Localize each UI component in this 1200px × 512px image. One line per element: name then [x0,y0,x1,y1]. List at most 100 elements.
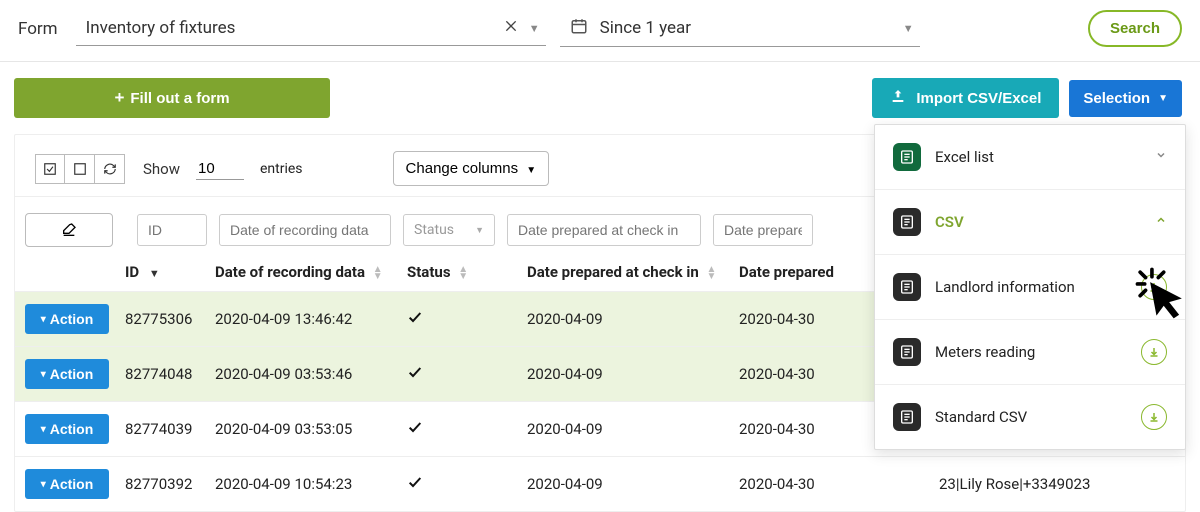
entries-label: entries [260,161,303,177]
chevron-down-icon: ▾ [41,314,46,325]
selection-label: Selection [1083,90,1150,107]
show-label: Show [143,160,180,178]
table-row: ▾Action827703922020-04-09 10:54:232020-0… [15,456,1185,511]
dropdown-item-landlord-information[interactable]: Landlord information [875,254,1185,319]
cell-checkin: 2020-04-09 [527,420,739,438]
chevron-down-icon: ▾ [41,424,46,435]
form-select-value: Inventory of fixtures [86,18,503,38]
header-checkin[interactable]: Date prepared at check in ▲▼ [527,263,739,281]
selection-dropdown: Excel list CSV Landlord information Meters … [874,124,1186,450]
csv-file-icon [893,273,921,301]
filter-checkout-input[interactable] [713,214,813,246]
header-recording[interactable]: Date of recording data ▲▼ [215,263,407,281]
sort-icon: ▲▼ [706,266,716,280]
header-checkin-label: Date prepared at check in [527,263,699,281]
chevron-down-icon[interactable]: ▼ [529,22,540,35]
select-controls-group [35,154,125,184]
top-filter-bar: Form Inventory of fixtures ▼ Since 1 yea… [0,0,1200,62]
check-icon [407,419,423,435]
fill-form-button[interactable]: + Fill out a form [14,78,330,118]
header-status[interactable]: Status ▲▼ [407,263,527,281]
dropdown-item-meters-reading[interactable]: Meters reading [875,319,1185,384]
excel-file-icon [893,143,921,171]
cell-status [407,309,527,329]
row-action-button[interactable]: ▾Action [25,469,109,499]
dropdown-item-standard-csv[interactable]: Standard CSV [875,384,1185,449]
cell-checkout: 2020-04-30 [739,475,939,493]
header-id-label: ID [125,263,139,281]
filter-status-placeholder: Status [414,222,454,238]
cell-checkin: 2020-04-09 [527,310,739,328]
upload-icon [890,88,906,108]
filter-id-input[interactable] [137,214,207,246]
form-label: Form [18,19,58,39]
selection-button[interactable]: Selection ▼ [1069,80,1182,117]
chevron-down-icon: ▾ [41,369,46,380]
cell-status [407,474,527,494]
download-icon[interactable] [1141,339,1167,365]
filter-recording-input[interactable] [219,214,391,246]
action-label: Action [50,476,94,492]
cell-extra: 23|Lily Rose|+3349023 [939,475,1175,493]
chevron-down-icon: ▼ [526,165,536,176]
filter-status-select[interactable]: Status ▼ [403,214,495,246]
sort-desc-icon: ▼ [149,267,160,280]
change-columns-button[interactable]: Change columns ▼ [393,151,550,186]
dropdown-item-label: Meters reading [935,343,1127,361]
sort-icon: ▲▼ [458,266,468,280]
chevron-down-icon[interactable]: ▼ [903,22,914,35]
dropdown-item-csv[interactable]: CSV [875,189,1185,254]
sort-icon: ▲▼ [373,266,383,280]
cell-recording: 2020-04-09 03:53:46 [215,365,407,383]
entries-input[interactable] [196,158,244,180]
search-button[interactable]: Search [1088,10,1182,47]
import-csv-button[interactable]: Import CSV/Excel [872,78,1059,118]
calendar-icon [570,17,588,40]
header-checkout-label: Date prepared [739,263,834,281]
action-label: Action [50,366,94,382]
filter-checkin-input[interactable] [507,214,701,246]
import-label: Import CSV/Excel [916,90,1041,107]
select-none-checkbox[interactable] [65,154,95,184]
fill-form-label: Fill out a form [130,90,229,107]
chevron-down-icon: ▼ [1158,93,1168,104]
clear-icon[interactable] [503,18,519,39]
check-icon [407,364,423,380]
header-recording-label: Date of recording data [215,263,365,281]
chevron-down-icon: ▼ [475,225,484,236]
row-action-button[interactable]: ▾Action [25,414,109,444]
form-select[interactable]: Inventory of fixtures ▼ [76,12,546,46]
dropdown-item-label: Excel list [935,148,1141,166]
download-icon[interactable] [1141,274,1167,300]
cell-status [407,364,527,384]
select-all-checkbox[interactable] [35,154,65,184]
dropdown-item-label: CSV [935,213,1141,231]
dropdown-item-label: Landlord information [935,278,1127,296]
plus-icon: + [114,88,124,108]
cell-checkin: 2020-04-09 [527,365,739,383]
cell-id: 82774048 [125,365,215,383]
cell-checkin: 2020-04-09 [527,475,739,493]
cell-recording: 2020-04-09 03:53:05 [215,420,407,438]
check-icon [407,474,423,490]
cell-id: 82775306 [125,310,215,328]
cell-status [407,419,527,439]
header-id[interactable]: ID ▼ [125,263,215,281]
refresh-button[interactable] [95,154,125,184]
header-status-label: Status [407,263,451,281]
csv-file-icon [893,208,921,236]
cell-id: 82770392 [125,475,215,493]
download-icon[interactable] [1141,404,1167,430]
csv-file-icon [893,403,921,431]
cell-id: 82774039 [125,420,215,438]
cell-recording: 2020-04-09 13:46:42 [215,310,407,328]
dropdown-item-excel-list[interactable]: Excel list [875,125,1185,189]
clear-filters-button[interactable] [25,213,113,247]
row-action-button[interactable]: ▾ Action [25,304,109,334]
check-icon [407,309,423,325]
chevron-down-icon [1155,149,1167,165]
time-range-select[interactable]: Since 1 year ▼ [560,11,920,47]
csv-file-icon [893,338,921,366]
row-action-button[interactable]: ▾ Action [25,359,109,389]
action-label: Action [50,311,94,327]
